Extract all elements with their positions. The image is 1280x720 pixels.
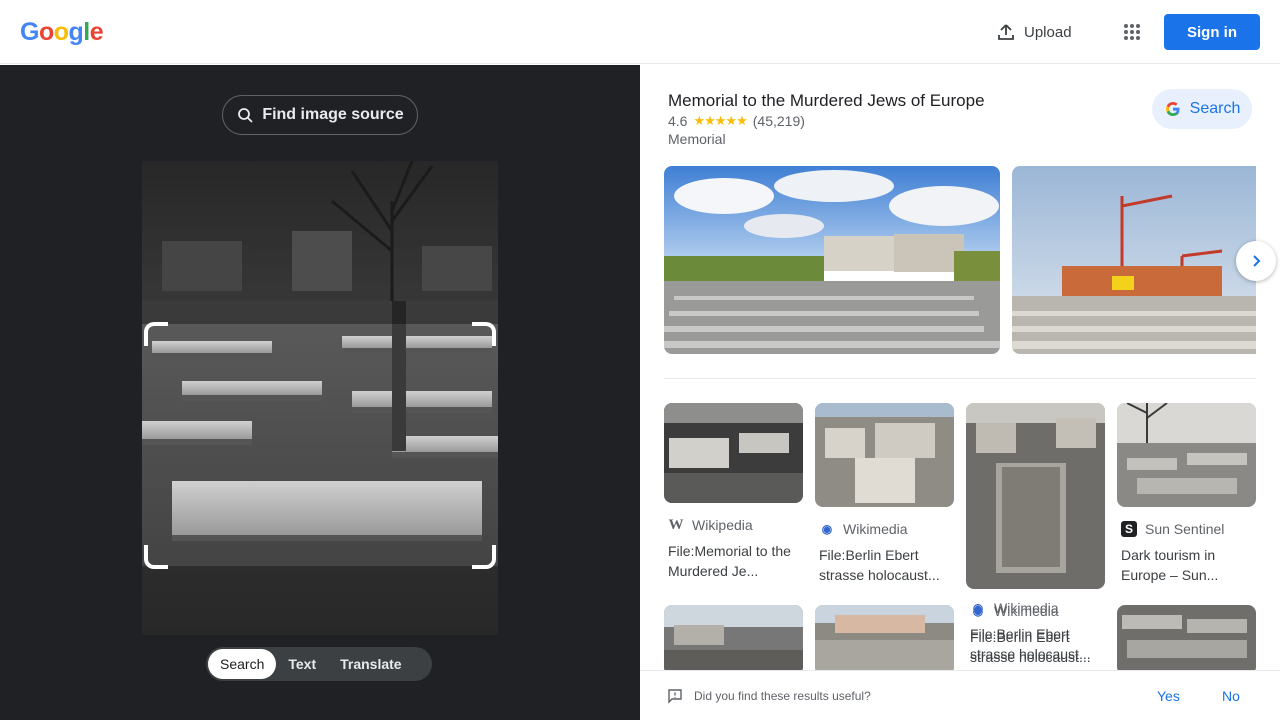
review-count: (45,219): [752, 113, 805, 129]
wikipedia-icon: W: [668, 516, 684, 533]
wikimedia-icon: ◉: [821, 522, 833, 536]
result-thumbnail[interactable]: [664, 605, 803, 675]
result-thumbnail[interactable]: [1117, 403, 1256, 507]
logo-letter: e: [89, 18, 104, 46]
source-name: Wikipedia: [692, 517, 753, 533]
mode-search-tab[interactable]: Search: [208, 649, 277, 679]
result-source: W Wikipedia: [664, 516, 803, 534]
rating-value: 4.6: [668, 113, 688, 129]
crop-handle-top-left[interactable]: [144, 322, 168, 346]
logo-letter: g: [68, 18, 84, 46]
lens-search-icon: [238, 108, 253, 123]
hero-image-2[interactable]: [1012, 166, 1256, 354]
result-thumbnail[interactable]: [664, 403, 803, 503]
lens-image-pane: Find image source Search Text Translate: [0, 65, 640, 720]
find-source-label: Find image source: [262, 106, 404, 123]
feedback-question: Did you find these results useful?: [694, 689, 871, 703]
lens-mode-switcher: Search Text Translate: [206, 647, 432, 681]
sun-sentinel-icon: S: [1121, 521, 1137, 537]
entity-search-label: Search: [1189, 100, 1241, 117]
feedback-icon: [668, 689, 682, 704]
google-logo[interactable]: Google: [20, 18, 104, 47]
source-name: Sun Sentinel: [1145, 521, 1225, 537]
result-source: ◉ Wikimedia: [966, 600, 1105, 616]
entity-search-button[interactable]: Search: [1152, 89, 1252, 129]
result-title[interactable]: File:Berlin Ebert strasse holocaust...: [966, 624, 1105, 664]
feedback-no-button[interactable]: No: [1222, 688, 1240, 704]
sign-in-button[interactable]: Sign in: [1164, 14, 1260, 50]
query-image[interactable]: [142, 161, 498, 635]
hero-image-1[interactable]: [664, 166, 1000, 354]
wikimedia-icon: ◉: [972, 601, 984, 615]
apps-grid-icon: [1124, 24, 1140, 40]
logo-letter: o: [53, 18, 69, 46]
carousel-next-button[interactable]: [1236, 241, 1276, 281]
top-bar: Google Upload Sign in: [0, 0, 1280, 64]
result-thumbnail[interactable]: [1117, 605, 1256, 675]
source-name: Wikimedia: [843, 521, 908, 537]
result-card[interactable]: ◉ Wikimedia File:Berlin Ebert strasse ho…: [966, 600, 1105, 664]
result-thumbnail[interactable]: [966, 403, 1105, 589]
upload-icon: [998, 24, 1014, 40]
result-title[interactable]: Dark tourism in Europe – Sun...: [1117, 545, 1256, 585]
upload-button[interactable]: Upload: [986, 16, 1082, 48]
results-pane: Memorial to the Murdered Jews of Europe …: [640, 65, 1280, 720]
section-divider: [664, 378, 1256, 379]
apps-grid-button[interactable]: [1116, 16, 1148, 48]
entity-type: Memorial: [668, 131, 726, 147]
crop-handle-bottom-right[interactable]: [472, 545, 496, 569]
entity-rating: 4.6 ★★★★★ (45,219): [668, 113, 805, 129]
entity-title[interactable]: Memorial to the Murdered Jews of Europe: [668, 91, 985, 111]
logo-letter: G: [20, 18, 39, 46]
google-g-icon: [1165, 102, 1180, 116]
feedback-yes-button[interactable]: Yes: [1157, 688, 1180, 704]
logo-letter: o: [38, 18, 54, 46]
result-card[interactable]: ◉ Wikimedia File:Berlin Ebert strasse ho…: [815, 403, 954, 585]
result-card[interactable]: S Sun Sentinel Dark tourism in Europe – …: [1117, 403, 1256, 585]
result-source: ◉ Wikimedia: [815, 521, 954, 537]
result-thumbnail[interactable]: [815, 605, 954, 675]
mode-translate-tab[interactable]: Translate: [328, 649, 413, 679]
result-source: S Sun Sentinel: [1117, 521, 1256, 537]
upload-label: Upload: [1024, 23, 1072, 41]
feedback-bar: Did you find these results useful? Yes N…: [640, 670, 1280, 720]
source-name: Wikimedia: [994, 600, 1059, 616]
rating-stars-icon: ★★★★★: [693, 113, 747, 128]
crop-handle-top-right[interactable]: [472, 322, 496, 346]
find-image-source-button[interactable]: Find image source: [222, 95, 418, 135]
result-thumbnail[interactable]: [815, 403, 954, 507]
chevron-right-icon: [1253, 255, 1261, 267]
result-title[interactable]: File:Memorial to the Murdered Je...: [664, 541, 803, 581]
result-title[interactable]: File:Berlin Ebert strasse holocaust...: [815, 545, 954, 585]
result-card[interactable]: W Wikipedia File:Memorial to the Murdere…: [664, 403, 803, 581]
crop-handle-bottom-left[interactable]: [144, 545, 168, 569]
mode-text-tab[interactable]: Text: [276, 649, 328, 679]
